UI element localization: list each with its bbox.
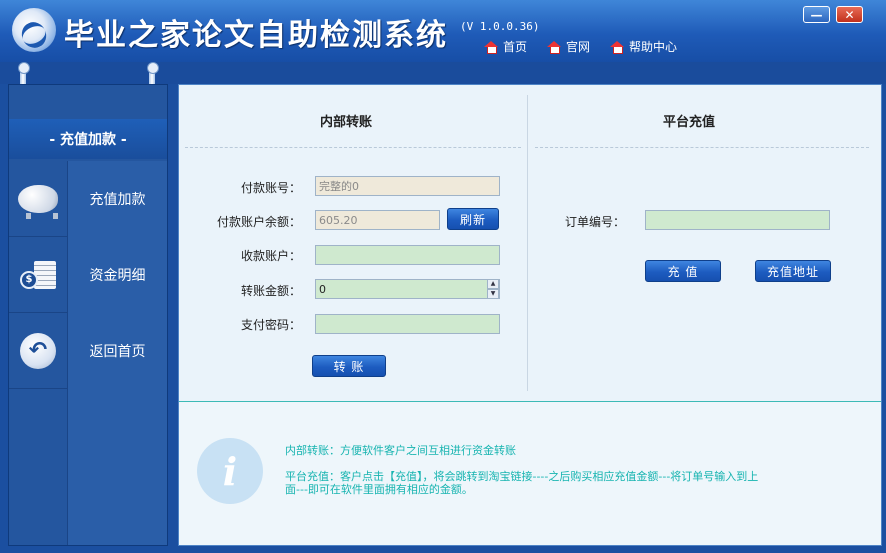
home-icon <box>547 40 562 54</box>
payer-account-field[interactable] <box>315 176 500 196</box>
recharge-button[interactable]: 充 值 <box>645 260 721 282</box>
recharge-title-line <box>535 147 869 148</box>
sidebar-icon-cell: ↶ <box>9 313 67 389</box>
amount-stepper[interactable]: ▲ ▼ <box>315 279 500 299</box>
money-icon: $ <box>20 260 56 289</box>
nav-help-center[interactable]: 帮助中心 <box>610 38 677 55</box>
app-title: 毕业之家论文自助检测系统 <box>64 18 448 53</box>
sidebar-item-label: 资金明细 <box>67 236 167 313</box>
info-line-recharge: 平台充值：客户点击【充值】，将会跳转到淘宝链接----之后购买相应充值金额---… <box>285 470 759 483</box>
amount-spin-buttons[interactable]: ▲ ▼ <box>487 279 499 299</box>
home-icon <box>610 40 625 54</box>
payer-label: 付款账号： <box>240 181 301 195</box>
sidebar: - 充值加款 - 充值加款 $ 资金明细 ↶ 返回首页 <box>8 84 168 546</box>
sidebar-item-label: 返回首页 <box>67 312 167 389</box>
info-area: i 内部转账：方便软件客户之间互相进行资金转账 平台充值：客户点击【充值】，将会… <box>179 401 881 545</box>
sidebar-icon-cell <box>9 161 67 237</box>
sidebar-item-back-home[interactable]: ↶ 返回首页 <box>9 312 167 389</box>
sidebar-item-fund-details[interactable]: $ 资金明细 <box>9 236 167 313</box>
nav-official-site[interactable]: 官网 <box>547 38 590 55</box>
minimize-button[interactable]: — <box>803 6 830 23</box>
sidebar-item-recharge[interactable]: 充值加款 <box>9 160 167 237</box>
payee-account-field[interactable] <box>315 245 500 265</box>
payment-password-field[interactable] <box>315 314 500 334</box>
order-number-label: 订单编号： <box>564 215 625 229</box>
amount-field[interactable] <box>315 279 500 299</box>
spin-down-icon[interactable]: ▼ <box>487 289 499 299</box>
nav-official-site-label: 官网 <box>566 40 591 54</box>
payee-label: 收款账户： <box>240 249 301 263</box>
spin-up-icon[interactable]: ▲ <box>487 279 499 289</box>
transfer-title: 内部转账 <box>320 115 373 130</box>
app-logo-icon <box>12 8 56 52</box>
nav-home[interactable]: 首页 <box>484 38 527 55</box>
header-strip <box>0 62 886 84</box>
sidebar-item-label: 充值加款 <box>67 160 167 237</box>
title-bar: 毕业之家论文自助检测系统 (V 1.0.0.36) 首页 官网 帮助中心 — ✕ <box>0 0 886 62</box>
top-nav: 首页 官网 帮助中心 <box>484 38 697 55</box>
amount-label: 转账金额： <box>240 284 301 298</box>
balance-field[interactable] <box>315 210 440 230</box>
info-line-transfer: 内部转账：方便软件客户之间互相进行资金转账 <box>285 444 516 457</box>
recharge-title: 平台充值 <box>663 115 716 130</box>
recharge-address-button[interactable]: 充值地址 <box>755 260 831 282</box>
nav-help-center-label: 帮助中心 <box>629 40 678 54</box>
home-icon <box>484 40 498 54</box>
info-line-recharge-cont: 面---即可在软件里面拥有相应的金额。 <box>285 483 473 496</box>
app-version: (V 1.0.0.36) <box>460 20 540 33</box>
sidebar-header: - 充值加款 - <box>9 119 167 159</box>
sidebar-filler <box>67 388 167 545</box>
piggy-bank-icon <box>18 184 58 219</box>
balance-label: 付款账户余额： <box>216 215 301 229</box>
section-divider <box>527 95 528 391</box>
close-button[interactable]: ✕ <box>836 6 863 23</box>
order-number-field[interactable] <box>645 210 830 230</box>
password-label: 支付密码： <box>240 318 301 332</box>
sidebar-icon-cell: $ <box>9 237 67 313</box>
main-panel: 内部转账 付款账号： 付款账户余额： 刷新 收款账户： 转账金额： ▲ ▼ 支付… <box>178 84 882 546</box>
refresh-button[interactable]: 刷新 <box>447 208 499 230</box>
info-icon: i <box>197 438 263 504</box>
back-arrow-icon: ↶ <box>20 332 56 369</box>
nav-home-label: 首页 <box>503 40 528 54</box>
transfer-title-line <box>185 147 521 148</box>
transfer-button[interactable]: 转 账 <box>312 355 386 377</box>
